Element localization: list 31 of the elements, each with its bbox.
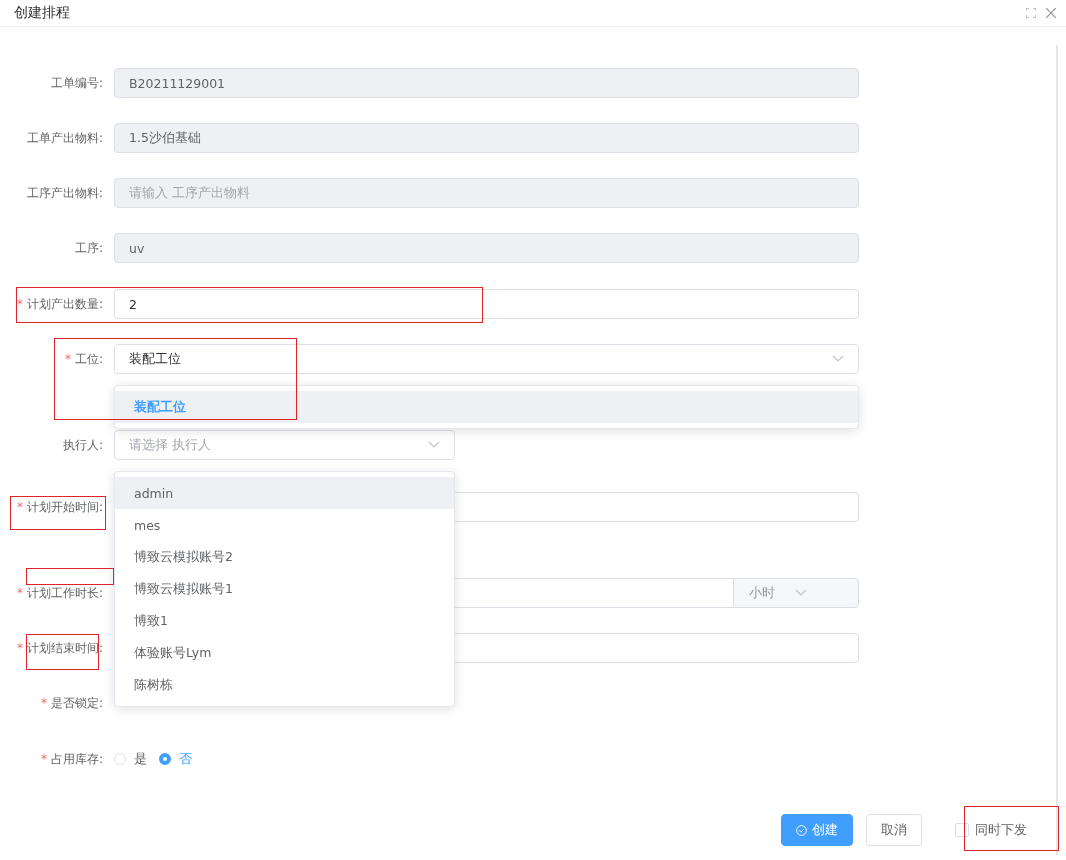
field-label: * 计划产出数量:	[16, 295, 103, 313]
radio-option[interactable]: 是	[114, 750, 147, 768]
field-label: 工单产出物料:	[26, 129, 103, 147]
field-label: * 计划工作时长:	[16, 584, 103, 602]
close-icon[interactable]	[1046, 8, 1056, 18]
input-field[interactable]: 2	[114, 289, 859, 319]
field-label: * 计划开始时间:	[16, 498, 103, 516]
field-label: * 占用库存:	[40, 750, 103, 768]
check-circle-icon	[796, 824, 807, 836]
dropdown-option[interactable]: 陈树栋	[115, 669, 454, 701]
select-field[interactable]: 装配工位	[114, 344, 859, 374]
chevron-down-icon	[428, 441, 440, 449]
field-label: 执行人:	[62, 436, 103, 454]
field-label: 工单编号:	[50, 74, 103, 92]
cancel-button[interactable]: 取消	[866, 814, 922, 846]
checkbox[interactable]: 同时下发	[955, 821, 1027, 839]
chevron-down-icon	[832, 355, 844, 363]
dropdown-option[interactable]: 体验账号Lym	[115, 637, 454, 669]
dialog-title: 创建排程	[14, 4, 70, 22]
dropdown-option[interactable]: 博致云模拟账号2	[115, 541, 454, 573]
field-label: * 计划结束时间:	[16, 639, 103, 657]
dropdown-option[interactable]: 博致云模拟账号1	[115, 573, 454, 605]
field-label: 工序:	[74, 239, 103, 257]
dropdown-option[interactable]: 博致1	[115, 605, 454, 637]
dropdown-option[interactable]: mes	[115, 509, 454, 541]
field-label: * 是否锁定:	[40, 694, 103, 712]
field-label: 工序产出物料:	[26, 184, 103, 202]
fullscreen-icon[interactable]	[1026, 8, 1036, 18]
dropdown-option[interactable]: admin	[115, 477, 454, 509]
chevron-down-icon	[795, 589, 807, 597]
field-label: * 工位:	[64, 350, 103, 368]
